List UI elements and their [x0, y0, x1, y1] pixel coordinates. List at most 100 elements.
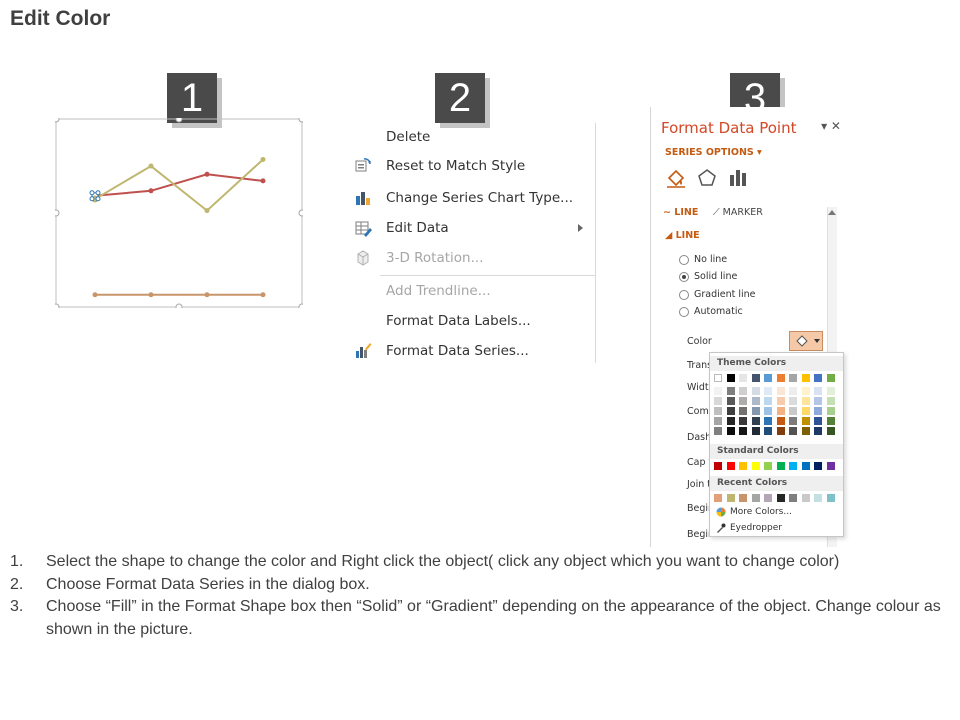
- selection-handle[interactable]: [52, 209, 60, 217]
- theme-shade-swatch[interactable]: [814, 427, 822, 435]
- theme-color-swatch[interactable]: [814, 374, 822, 382]
- theme-shade-swatch[interactable]: [714, 417, 722, 425]
- theme-shade-swatch[interactable]: [764, 397, 772, 405]
- data-point[interactable]: [204, 208, 210, 214]
- theme-shade-swatch[interactable]: [776, 427, 785, 435]
- recent-color-swatch[interactable]: [789, 494, 797, 502]
- theme-shade-swatch[interactable]: [739, 397, 747, 405]
- radio-button[interactable]: [679, 306, 689, 317]
- theme-shade-swatch[interactable]: [764, 407, 772, 415]
- theme-shade-swatch[interactable]: [764, 387, 772, 395]
- theme-color-swatch[interactable]: [726, 374, 735, 382]
- radio-automatic[interactable]: Automatic: [679, 306, 743, 317]
- radio-solid-line[interactable]: Solid line: [679, 271, 737, 282]
- line-section-header[interactable]: ◢ LINE: [665, 230, 700, 241]
- standard-color-swatch[interactable]: [739, 462, 747, 470]
- theme-shade-swatch[interactable]: [801, 427, 810, 435]
- data-point[interactable]: [148, 292, 154, 298]
- theme-shade-swatch[interactable]: [826, 407, 835, 415]
- selection-handle[interactable]: [175, 303, 183, 311]
- theme-shade-swatch[interactable]: [764, 427, 772, 435]
- theme-shade-swatch[interactable]: [726, 407, 735, 415]
- theme-shade-swatch[interactable]: [826, 417, 835, 425]
- selection-handle[interactable]: [298, 115, 306, 123]
- scroll-up-arrow-icon[interactable]: [828, 210, 836, 215]
- theme-color-swatch[interactable]: [739, 374, 747, 382]
- theme-shade-swatch[interactable]: [776, 397, 785, 405]
- data-point[interactable]: [260, 292, 266, 298]
- data-point[interactable]: [260, 178, 266, 184]
- theme-shade-swatch[interactable]: [726, 397, 735, 405]
- recent-color-swatch[interactable]: [826, 494, 835, 502]
- selection-handle[interactable]: [175, 115, 183, 123]
- theme-shade-swatch[interactable]: [751, 387, 760, 395]
- theme-shade-swatch[interactable]: [826, 427, 835, 435]
- theme-shade-swatch[interactable]: [789, 407, 797, 415]
- theme-color-swatch[interactable]: [789, 374, 797, 382]
- standard-color-swatch[interactable]: [714, 462, 722, 470]
- theme-color-swatch[interactable]: [776, 374, 785, 382]
- theme-color-swatch[interactable]: [764, 374, 772, 382]
- selection-handle[interactable]: [52, 303, 60, 311]
- recent-color-swatch[interactable]: [814, 494, 822, 502]
- theme-color-swatch[interactable]: [751, 374, 760, 382]
- theme-color-swatch[interactable]: [714, 374, 722, 382]
- theme-shade-swatch[interactable]: [814, 417, 822, 425]
- selected-point-handle[interactable]: [89, 196, 95, 202]
- data-point[interactable]: [92, 292, 98, 298]
- theme-shade-swatch[interactable]: [739, 417, 747, 425]
- theme-shade-swatch[interactable]: [789, 427, 797, 435]
- selection-handle[interactable]: [298, 303, 306, 311]
- theme-shade-swatch[interactable]: [789, 417, 797, 425]
- theme-color-swatch[interactable]: [801, 374, 810, 382]
- theme-shade-swatch[interactable]: [751, 427, 760, 435]
- standard-color-swatch[interactable]: [789, 462, 797, 470]
- theme-shade-swatch[interactable]: [714, 427, 722, 435]
- series-options-bar-icon[interactable]: [727, 167, 749, 189]
- theme-shade-swatch[interactable]: [789, 397, 797, 405]
- line-chart[interactable]: [52, 115, 306, 311]
- selected-point-handle[interactable]: [95, 196, 101, 202]
- theme-shade-swatch[interactable]: [801, 417, 810, 425]
- series-options-dropdown[interactable]: SERIES OPTIONS ▾: [665, 147, 762, 158]
- recent-color-swatch[interactable]: [714, 494, 722, 502]
- theme-shade-swatch[interactable]: [714, 397, 722, 405]
- standard-color-swatch[interactable]: [814, 462, 822, 470]
- theme-color-swatch[interactable]: [826, 374, 835, 382]
- standard-color-swatch[interactable]: [826, 462, 835, 470]
- theme-shade-swatch[interactable]: [801, 407, 810, 415]
- tab-line[interactable]: ∼ LINE: [663, 207, 698, 218]
- theme-shade-swatch[interactable]: [751, 407, 760, 415]
- theme-shade-swatch[interactable]: [751, 417, 760, 425]
- selected-point-handle[interactable]: [89, 190, 95, 196]
- menu-item-change-chart-type[interactable]: Change Series Chart Type...: [350, 184, 595, 212]
- series-line-2[interactable]: [94, 158, 264, 212]
- data-point[interactable]: [204, 292, 210, 298]
- selected-point-handle[interactable]: [95, 190, 101, 196]
- theme-shade-swatch[interactable]: [714, 387, 722, 395]
- theme-shade-swatch[interactable]: [714, 407, 722, 415]
- radio-button[interactable]: [679, 289, 689, 300]
- chart-selection[interactable]: [52, 115, 306, 311]
- theme-shade-swatch[interactable]: [726, 387, 735, 395]
- theme-shade-swatch[interactable]: [826, 397, 835, 405]
- radio-button-selected[interactable]: [679, 271, 689, 282]
- standard-color-swatch[interactable]: [726, 462, 735, 470]
- effects-pentagon-icon[interactable]: [696, 167, 718, 189]
- theme-shade-swatch[interactable]: [814, 387, 822, 395]
- recent-color-swatch[interactable]: [776, 494, 785, 502]
- theme-shade-swatch[interactable]: [801, 387, 810, 395]
- selection-handle[interactable]: [52, 115, 60, 123]
- tab-marker[interactable]: ⟋ MARKER: [713, 207, 763, 218]
- menu-item-format-data-series[interactable]: Format Data Series...: [350, 337, 595, 365]
- menu-item-format-data-labels[interactable]: Format Data Labels...: [350, 307, 595, 335]
- standard-color-swatch[interactable]: [801, 462, 810, 470]
- recent-color-swatch[interactable]: [726, 494, 735, 502]
- theme-shade-swatch[interactable]: [826, 387, 835, 395]
- data-point[interactable]: [148, 163, 154, 169]
- recent-color-swatch[interactable]: [764, 494, 772, 502]
- theme-shade-swatch[interactable]: [801, 397, 810, 405]
- fill-line-icon[interactable]: [665, 167, 687, 189]
- menu-item-delete[interactable]: Delete: [350, 123, 595, 151]
- standard-color-swatch[interactable]: [776, 462, 785, 470]
